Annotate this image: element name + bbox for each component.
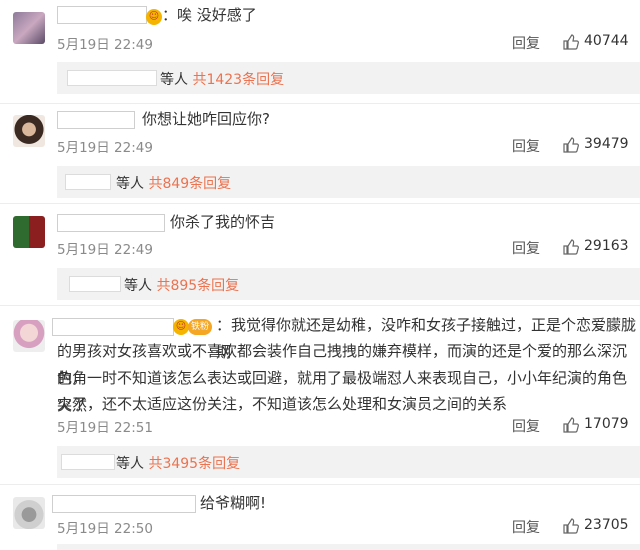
divider [0, 103, 640, 104]
username-redacted[interactable] [57, 214, 165, 232]
more-replies-link[interactable]: 共895条回复 [156, 278, 239, 294]
username-redacted[interactable] [57, 6, 147, 24]
emoji-badge-icon: ☺ [146, 9, 162, 25]
username-redacted [65, 174, 111, 190]
reply-button[interactable]: 回复 [512, 33, 540, 53]
divider [0, 305, 640, 306]
more-replies-link[interactable]: 共1423条回复 [192, 72, 284, 88]
comment-text: 你想让她咋回应你? [142, 110, 270, 128]
avatar[interactable] [13, 497, 45, 529]
comment-date: 5月19日 22:49 [57, 140, 153, 156]
thumbs-up-icon[interactable] [563, 34, 579, 50]
username-redacted[interactable] [52, 495, 196, 513]
sub-replies[interactable]: 等人 共1423条回复 [57, 62, 640, 94]
sub-replies[interactable]: 等人 共895条回复 [57, 268, 640, 300]
divider [0, 484, 640, 485]
thumbs-up-icon[interactable] [563, 518, 579, 534]
avatar[interactable] [13, 320, 45, 352]
sub-prefix: 等人 [160, 72, 188, 88]
sub-replies[interactable]: 等人 共849条回复 [57, 166, 640, 198]
comment-date: 5月19日 22:50 [57, 521, 153, 537]
username-redacted [69, 276, 121, 292]
like-count: 17079 [584, 416, 629, 432]
like-count: 29163 [584, 238, 629, 254]
avatar[interactable] [13, 216, 45, 248]
username-redacted[interactable] [52, 318, 174, 336]
comment-date: 5月19日 22:51 [57, 420, 153, 436]
comment-date: 5月19日 22:49 [57, 242, 153, 258]
avatar[interactable] [13, 115, 45, 147]
like-count: 39479 [584, 136, 629, 152]
comment-text: 火了，还不太适应这份关注，不知道该怎么处理和女演员之间的关系 [57, 395, 508, 413]
sub-prefix: 等人 [116, 456, 144, 472]
reply-button[interactable]: 回复 [512, 238, 540, 258]
comment-text: 给爷糊啊! [200, 494, 267, 512]
sub-prefix: 等人 [116, 176, 144, 192]
thumbs-up-icon[interactable] [563, 239, 579, 255]
sub-replies [57, 544, 640, 550]
like-count: 40744 [584, 33, 629, 49]
sub-replies[interactable]: 等人 共3495条回复 [57, 446, 640, 478]
avatar[interactable] [13, 12, 45, 44]
username-redacted [67, 70, 157, 86]
username-redacted[interactable] [57, 111, 135, 129]
reply-button[interactable]: 回复 [512, 517, 540, 537]
reply-button[interactable]: 回复 [512, 136, 540, 156]
more-replies-link[interactable]: 共849条回复 [148, 176, 231, 192]
username-redacted [61, 454, 115, 470]
thumbs-up-icon[interactable] [563, 417, 579, 433]
reply-button[interactable]: 回复 [512, 416, 540, 436]
more-replies-link[interactable]: 共3495条回复 [148, 456, 240, 472]
fan-badge: 铁粉 [188, 319, 213, 335]
like-count: 23705 [584, 517, 629, 533]
divider [0, 203, 640, 204]
thumbs-up-icon[interactable] [563, 137, 579, 153]
comment-text: 你杀了我的怀吉 [170, 213, 276, 231]
sub-prefix: 等人 [124, 278, 152, 294]
comment-text: ：唉 没好感了 [162, 6, 257, 24]
comment-date: 5月19日 22:49 [57, 37, 153, 53]
emoji-badge-icon: ☺ [173, 319, 189, 335]
